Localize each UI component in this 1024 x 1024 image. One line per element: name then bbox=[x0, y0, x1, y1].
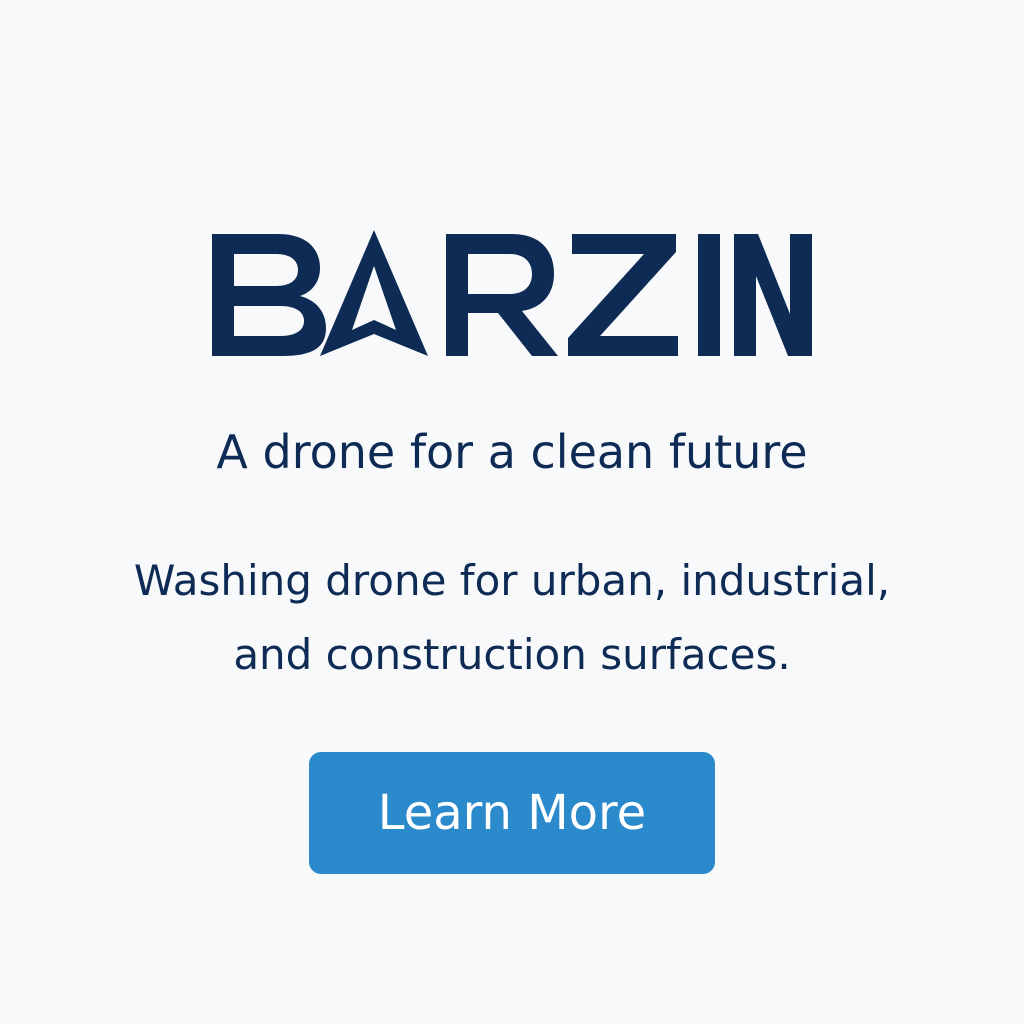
barzin-logo bbox=[206, 222, 818, 362]
description: Washing drone for urban, industrial, and… bbox=[0, 544, 1024, 692]
tagline: A drone for a clean future bbox=[216, 425, 808, 479]
description-line-1: Washing drone for urban, industrial, bbox=[133, 556, 891, 605]
description-line-2: and construction surfaces. bbox=[233, 630, 791, 679]
learn-more-button[interactable]: Learn More bbox=[309, 752, 715, 874]
logo-wordmark-icon bbox=[212, 230, 812, 356]
landing-page: A drone for a clean future Washing drone… bbox=[0, 0, 1024, 1024]
